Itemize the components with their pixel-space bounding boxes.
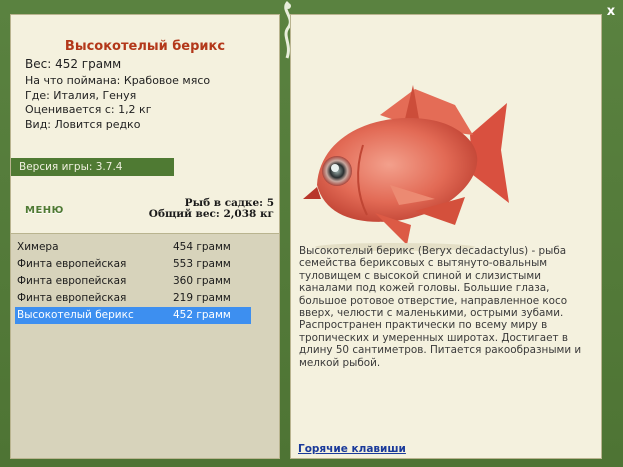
- fish-name-title: Высокотелый берикс: [64, 39, 226, 54]
- fish-description: Высокотелый берикс (Beryx decadactylus) …: [299, 245, 582, 369]
- fish-rarity: Вид: Ловится редко: [25, 117, 141, 131]
- list-item-name: Финта европейская: [17, 275, 127, 287]
- hotkeys-link[interactable]: Горячие клавиши: [298, 443, 406, 455]
- list-item-name: Химера: [17, 241, 59, 253]
- list-item[interactable]: Финта европейская 553 грамм: [15, 256, 251, 273]
- list-item-weight: 553 грамм: [173, 258, 231, 270]
- list-item-name: Высокотелый берикс: [17, 309, 134, 321]
- list-item-name: Финта европейская: [17, 292, 127, 304]
- window-frame: x Высокотелый берикс Вес: 452 грамм На ч…: [0, 0, 623, 467]
- catch-list: Химера 454 грамм Финта европейская 553 г…: [15, 239, 251, 324]
- list-item[interactable]: Финта европейская 360 грамм: [15, 273, 251, 290]
- list-item-weight: 219 грамм: [173, 292, 231, 304]
- list-item-weight: 454 грамм: [173, 241, 231, 253]
- left-panel: Высокотелый берикс Вес: 452 грамм На что…: [10, 14, 280, 459]
- list-item[interactable]: Химера 454 грамм: [15, 239, 251, 256]
- fish-bait: На что поймана: Крабовое мясо: [25, 74, 211, 87]
- menu-button[interactable]: МЕНЮ: [25, 205, 64, 216]
- version-bar: Версия игры: 3.7.4: [11, 158, 174, 176]
- fish-location: Где: Италия, Генуя: [25, 88, 137, 102]
- list-item-name: Финта европейская: [17, 258, 127, 270]
- list-item[interactable]: Финта европейская 219 грамм: [15, 290, 251, 307]
- total-weight: Общий вес: 2,038 кг: [148, 208, 274, 220]
- fish-weight: Вес: 452 грамм: [25, 57, 122, 71]
- close-button[interactable]: x: [604, 5, 618, 19]
- right-panel: Высокотелый берикс (Beryx decadactylus) …: [290, 14, 602, 459]
- list-item-weight: 452 грамм: [173, 309, 231, 321]
- fish-image-icon: [303, 85, 509, 251]
- catch-stats: Рыб в садке: 5 Общий вес: 2,038 кг: [149, 198, 274, 220]
- fish-info: На что поймана: Крабовое мясо Где: Итали…: [25, 74, 210, 132]
- list-item-weight: 360 грамм: [173, 275, 231, 287]
- list-item-selected[interactable]: Высокотелый берикс 452 грамм: [15, 307, 251, 324]
- fish-value: Оценивается с: 1,2 кг: [25, 103, 152, 116]
